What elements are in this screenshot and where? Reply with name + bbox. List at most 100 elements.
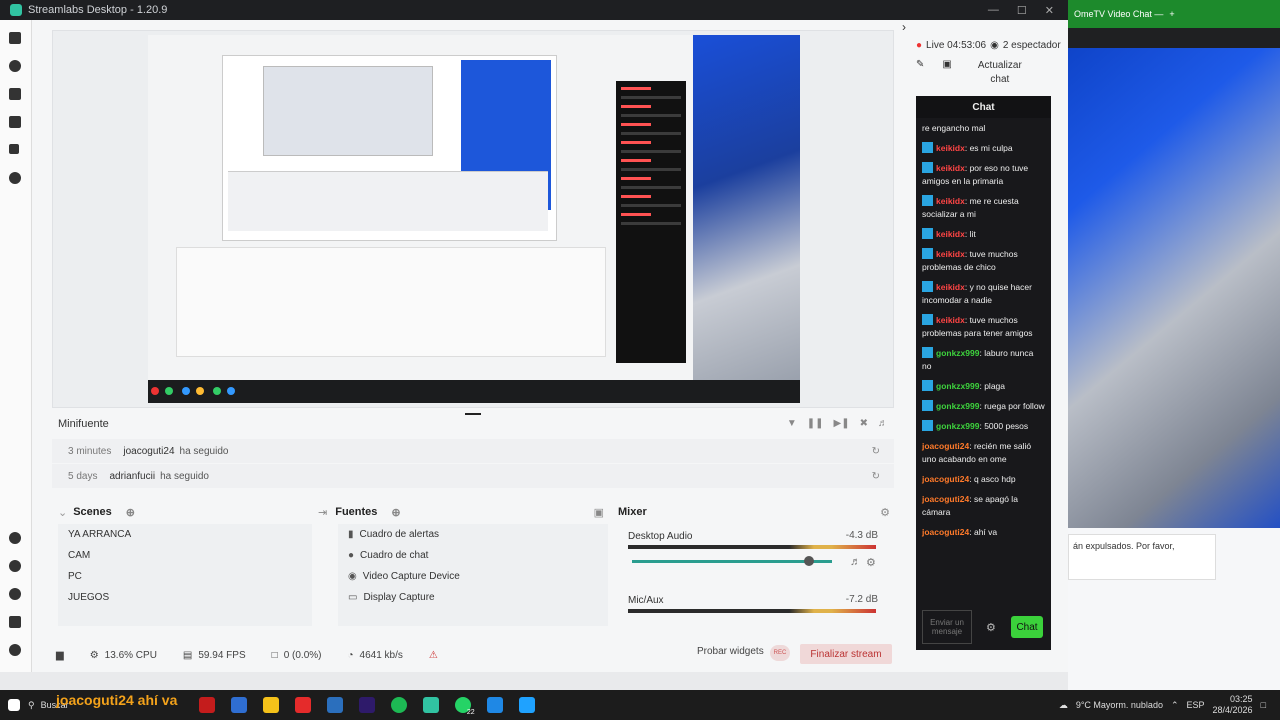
- test-widgets-button[interactable]: Probar widgets: [697, 646, 764, 657]
- record-button[interactable]: REC: [770, 645, 790, 661]
- chat-input[interactable]: Enviar un mensaje: [922, 610, 972, 644]
- help-icon[interactable]: [9, 560, 21, 572]
- ometv-icon[interactable]: [518, 697, 535, 713]
- folder-icon[interactable]: ▣: [594, 506, 604, 519]
- premiere-icon[interactable]: [358, 697, 375, 713]
- chat-username[interactable]: keikidx: [936, 249, 965, 259]
- channel-db: -7.2 dB: [845, 594, 878, 605]
- chat-username[interactable]: gonkzx999: [936, 421, 979, 431]
- event-user: joacoguti24: [123, 445, 175, 457]
- ometv-video: [1068, 48, 1280, 528]
- chat-username[interactable]: keikidx: [936, 282, 965, 292]
- chat-username[interactable]: joacoguti24: [922, 441, 969, 451]
- source-item[interactable]: ▮ Cuadro de alertas: [338, 524, 608, 545]
- chat-message: gonkzx999: 5000 pesos: [922, 420, 1045, 433]
- chrome-icon[interactable]: [230, 697, 247, 713]
- search-icon[interactable]: ⚲: [28, 700, 35, 711]
- spotify-icon[interactable]: [390, 697, 407, 713]
- whatsapp-icon[interactable]: 22: [454, 697, 475, 716]
- chat-username[interactable]: keikidx: [936, 315, 965, 325]
- scene-item[interactable]: YA ARRANCA: [58, 524, 328, 545]
- mute-icon[interactable]: ♬: [850, 556, 861, 568]
- chat-message: re engancho mal: [922, 122, 1045, 135]
- fader-knob[interactable]: [804, 556, 814, 566]
- scene-item[interactable]: CAM: [58, 545, 328, 566]
- chat-username[interactable]: joacoguti24: [922, 494, 969, 504]
- close-icon[interactable]: ✕: [1045, 4, 1054, 17]
- chat-username[interactable]: keikidx: [936, 163, 965, 173]
- new-tab-icon[interactable]: +: [1169, 9, 1174, 19]
- weather-text[interactable]: 9°C Mayorm. nublado: [1076, 700, 1163, 710]
- warning-icon[interactable]: ⚠: [429, 650, 438, 661]
- editor-icon[interactable]: [9, 32, 21, 44]
- profile-icon[interactable]: [9, 644, 21, 656]
- ometv-browser: OmeTV Video Chat — + án expulsados. Por …: [1068, 0, 1280, 690]
- stats-icon[interactable]: ▆: [56, 650, 64, 661]
- source-label: Video Capture Device: [362, 571, 460, 582]
- transition-icon[interactable]: ⇥: [318, 506, 327, 519]
- viewer-count: 2 espectadores: [1002, 40, 1061, 51]
- replay-icon[interactable]: ↻: [872, 471, 880, 482]
- source-item[interactable]: ▭ Display Capture: [338, 587, 608, 608]
- mixer-settings-icon[interactable]: ⚙: [880, 506, 890, 519]
- channel-settings-icon[interactable]: ⚙: [866, 556, 876, 569]
- settings-gear-icon[interactable]: [9, 616, 21, 628]
- pause-icon[interactable]: ❚❚: [807, 418, 824, 429]
- collapse-chat-icon[interactable]: ›: [902, 20, 906, 34]
- notifications-icon[interactable]: □: [1261, 700, 1266, 710]
- highlighter-icon[interactable]: [9, 144, 19, 154]
- mixer-dock: Mixer ⚙ Desktop Audio -4.3 dB ♬ ⚙ Mic/Au…: [618, 498, 894, 632]
- steam-icon[interactable]: [326, 697, 343, 713]
- chat-settings-icon[interactable]: ⚙: [986, 621, 996, 634]
- store-icon[interactable]: [9, 88, 21, 100]
- tray-chevron-icon[interactable]: ⌃: [1171, 700, 1179, 711]
- themes-icon[interactable]: [9, 60, 21, 72]
- alert-box-icon[interactable]: [9, 588, 21, 600]
- source-item[interactable]: ● Cuadro de chat: [338, 545, 608, 566]
- clock-time: 03:25: [1230, 694, 1253, 704]
- end-stream-button[interactable]: Finalizar stream: [800, 644, 892, 664]
- filter-icon[interactable]: ▼: [787, 418, 797, 429]
- scene-item[interactable]: JUEGOS: [58, 587, 328, 608]
- mixer-channel: Mic/Aux -7.2 dB: [628, 594, 878, 613]
- scene-item[interactable]: PC: [58, 566, 328, 587]
- chat-username[interactable]: keikidx: [936, 143, 965, 153]
- opera-icon[interactable]: [198, 697, 215, 713]
- chat-username[interactable]: gonkzx999: [936, 401, 979, 411]
- replay-icon[interactable]: ↻: [872, 446, 880, 457]
- dashboard-icon[interactable]: [9, 532, 21, 544]
- start-icon[interactable]: [8, 699, 20, 711]
- youtube-icon[interactable]: [294, 697, 311, 713]
- source-item[interactable]: ◉ Video Capture Device: [338, 566, 608, 587]
- studio-mode-icon[interactable]: [9, 116, 21, 128]
- ometv-tab-title[interactable]: OmeTV Video Chat —: [1074, 9, 1163, 19]
- volume-icon[interactable]: ♬: [878, 418, 888, 429]
- refresh-chat-button[interactable]: Actualizar chat: [970, 59, 1030, 87]
- stream-info-icon[interactable]: ▣: [942, 59, 951, 70]
- chat-username[interactable]: joacoguti24: [922, 474, 969, 484]
- collapse-icon[interactable]: ⌄: [58, 506, 67, 519]
- edit-stream-icon[interactable]: ✎: [916, 59, 924, 70]
- chat-send-button[interactable]: Chat: [1011, 616, 1043, 638]
- stream-preview[interactable]: [52, 30, 894, 408]
- add-scene-icon[interactable]: ⊕: [126, 506, 135, 519]
- explorer-icon[interactable]: [262, 697, 279, 713]
- chat-message: keikidx: me re cuesta socializar a mi: [922, 195, 1045, 221]
- add-source-icon[interactable]: ⊕: [391, 506, 400, 519]
- skip-icon[interactable]: ▶❚: [834, 418, 850, 429]
- chat-username[interactable]: gonkzx999: [936, 348, 979, 358]
- recordings-icon[interactable]: [9, 172, 21, 184]
- mute-alerts-icon[interactable]: ✖: [860, 418, 868, 429]
- chat-username[interactable]: keikidx: [936, 229, 965, 239]
- chat-username[interactable]: gonkzx999: [936, 381, 979, 391]
- streamlabs-icon[interactable]: [422, 697, 439, 713]
- app-icon[interactable]: [486, 697, 503, 713]
- lang-indicator[interactable]: ESP: [1187, 700, 1205, 710]
- chat-username[interactable]: keikidx: [936, 196, 965, 206]
- minimize-icon[interactable]: —: [988, 4, 999, 17]
- chat-message: keikidx: y no quise hacer incomodar a na…: [922, 281, 1045, 307]
- volume-fader[interactable]: [632, 556, 832, 566]
- chat-username[interactable]: joacoguti24: [922, 527, 969, 537]
- maximize-icon[interactable]: ☐: [1017, 4, 1027, 17]
- nested-webcam: [693, 35, 800, 380]
